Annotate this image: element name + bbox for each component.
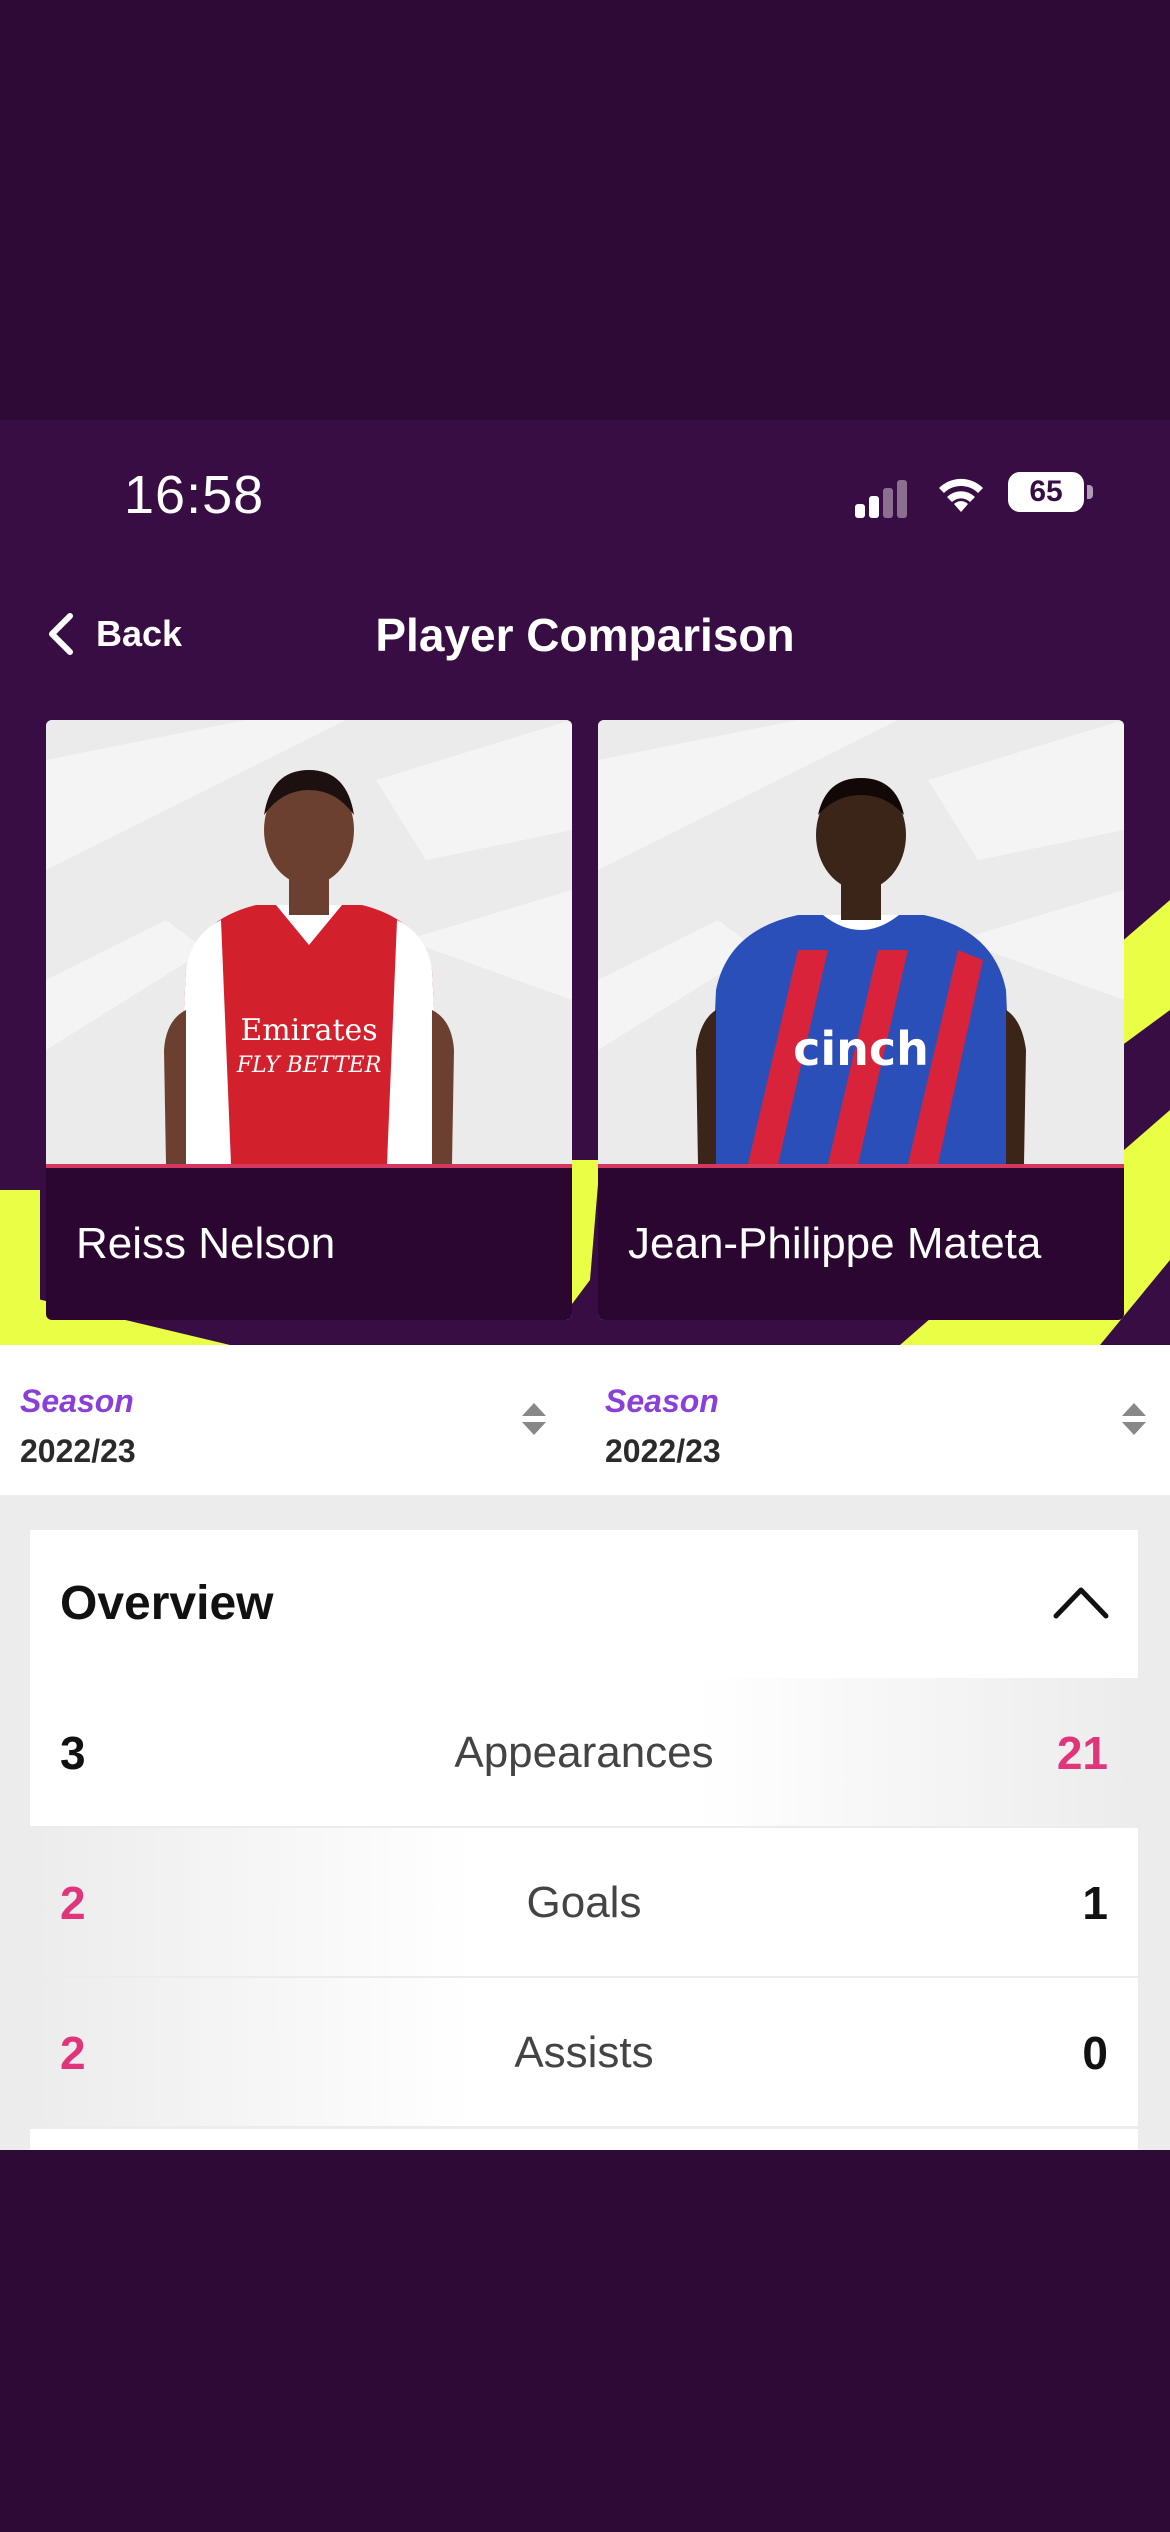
battery-icon: 65 xyxy=(1008,472,1084,512)
season-select-right[interactable]: Season 2022/23 xyxy=(585,1345,1146,1495)
sort-icon xyxy=(1122,1403,1146,1435)
signal-icon xyxy=(855,478,915,518)
overview-title: Overview xyxy=(60,1577,274,1630)
status-bar: 16:58 65 xyxy=(0,420,1170,570)
page-title: Player Comparison xyxy=(375,609,795,661)
player-photo: Emirates FLY BETTER xyxy=(46,720,572,1164)
overview-header[interactable]: Overview xyxy=(30,1530,1138,1681)
stat-label: Goals xyxy=(526,1878,642,1927)
player-name-left: Reiss Nelson xyxy=(76,1219,336,1268)
battery-level: 65 xyxy=(1029,475,1063,508)
svg-text:Emirates: Emirates xyxy=(240,1013,377,1048)
stat-value-right: 0 xyxy=(1082,2027,1108,2079)
chevron-up-icon[interactable] xyxy=(1052,1582,1110,1622)
wifi-icon xyxy=(939,478,983,512)
player-photo: cinch xyxy=(598,720,1124,1164)
sort-icon xyxy=(522,1403,546,1435)
player-name-bar: Reiss Nelson xyxy=(46,1168,572,1320)
stat-row-appearances: 3 Appearances 21 xyxy=(30,1678,1138,1829)
overview-panel: Overview 3 Appearances 21 2 Goals 1 2 As… xyxy=(30,1530,1138,2150)
app-screen: 16:58 65 Back Player Comparison Emirates… xyxy=(0,420,1170,2150)
stat-label: Appearances xyxy=(454,1728,714,1777)
stat-label: Assists xyxy=(514,2028,654,2077)
season-value: 2022/23 xyxy=(605,1433,721,1469)
stat-value-right: 1 xyxy=(1082,1877,1108,1929)
player-name-right: Jean-Philippe Mateta xyxy=(628,1219,1042,1268)
svg-text:cinch: cinch xyxy=(793,1022,929,1076)
status-time: 16:58 xyxy=(124,465,265,525)
season-label: Season xyxy=(605,1383,719,1419)
season-selectors: Season 2022/23 Season 2022/23 xyxy=(0,1345,1170,1495)
battery-tip xyxy=(1087,485,1093,499)
stat-row-assists: 2 Assists 0 xyxy=(30,1978,1138,2129)
season-label: Season xyxy=(20,1383,134,1419)
season-value: 2022/23 xyxy=(20,1433,136,1469)
stat-row-goals: 2 Goals 1 xyxy=(30,1828,1138,1979)
player-card-left[interactable]: Emirates FLY BETTER Reiss Nelson xyxy=(46,720,572,1320)
player-header: Emirates FLY BETTER Reiss Nelson cinch J… xyxy=(0,720,1170,1345)
nav-bar: Back Player Comparison xyxy=(0,590,1170,680)
season-select-left[interactable]: Season 2022/23 xyxy=(0,1345,560,1495)
player-card-right[interactable]: cinch Jean-Philippe Mateta xyxy=(598,720,1124,1320)
player-name-bar: Jean-Philippe Mateta xyxy=(598,1168,1124,1320)
stat-value-right: 21 xyxy=(1056,1727,1108,1779)
svg-text:FLY BETTER: FLY BETTER xyxy=(236,1053,382,1078)
